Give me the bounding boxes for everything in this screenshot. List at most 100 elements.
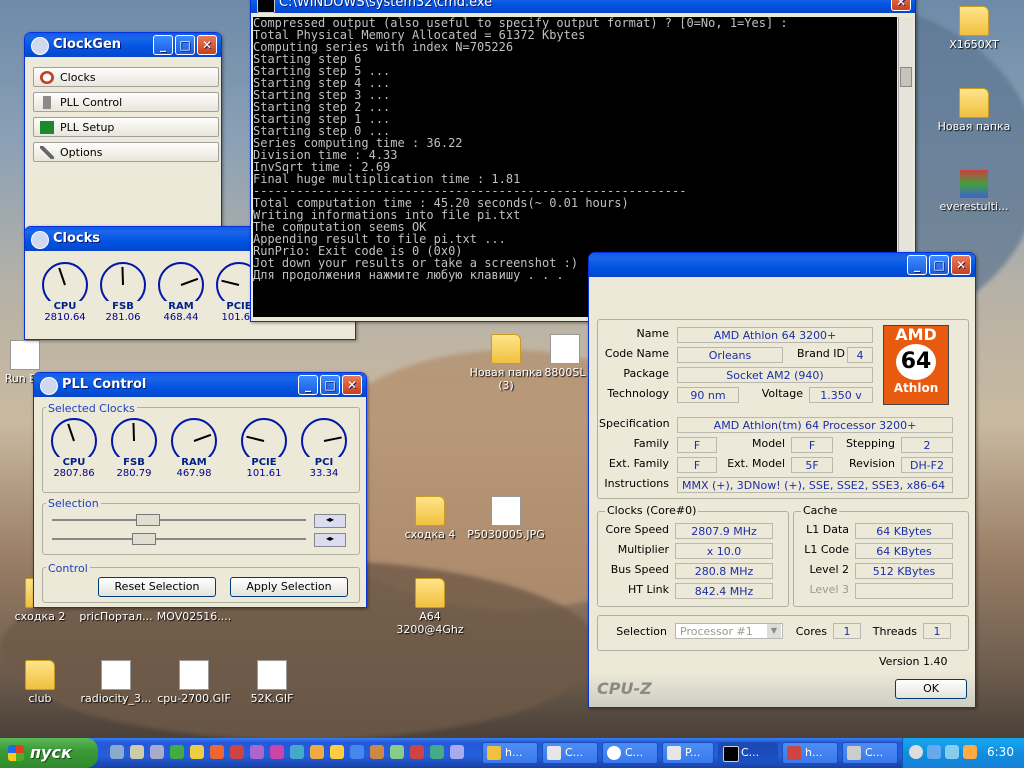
level3-value bbox=[855, 583, 953, 599]
pll-titlebar[interactable]: PLL Control _ □ ✕ bbox=[34, 373, 366, 397]
name-value: AMD Athlon 64 3200+ bbox=[677, 327, 873, 343]
tray-icon-1[interactable] bbox=[909, 745, 923, 759]
close-button[interactable]: ✕ bbox=[951, 255, 971, 275]
l1code-value: 64 KBytes bbox=[855, 543, 953, 559]
slider-thumb-2[interactable] bbox=[132, 533, 156, 545]
slider-2-stepper[interactable]: ◂▸ bbox=[314, 533, 346, 547]
desktop-icon-p5030005[interactable]: P5030005.JPG bbox=[466, 496, 546, 541]
quicklaunch-icon-13[interactable] bbox=[350, 745, 364, 759]
tray-icon-4[interactable] bbox=[963, 745, 977, 759]
nav-pll-setup-button[interactable]: PLL Setup bbox=[33, 117, 219, 137]
task-folder[interactable]: h... bbox=[482, 742, 538, 764]
task-cpuz[interactable]: C... bbox=[842, 742, 898, 764]
minimize-button[interactable]: _ bbox=[298, 375, 318, 395]
task-cmd[interactable]: C... bbox=[718, 742, 778, 764]
cpuz-titlebar[interactable]: _ □ ✕ bbox=[589, 253, 975, 277]
close-button[interactable]: ✕ bbox=[197, 35, 217, 55]
clockgen-titlebar[interactable]: ClockGen _ □ ✕ bbox=[25, 33, 221, 57]
tray-icon-2[interactable] bbox=[927, 745, 941, 759]
close-button[interactable]: ✕ bbox=[891, 0, 911, 11]
quicklaunch-icon-14[interactable] bbox=[370, 745, 384, 759]
reset-selection-button[interactable]: Reset Selection bbox=[98, 577, 216, 597]
quicklaunch-icon-18[interactable] bbox=[450, 745, 464, 759]
desktop-icon-club[interactable]: club bbox=[0, 660, 80, 705]
cmd-titlebar[interactable]: C:\WINDOWS\system32\cmd.exe ✕ bbox=[251, 0, 915, 13]
desktop-icon-shodka4[interactable]: сходка 4 bbox=[390, 496, 470, 541]
desktop-icon-8800sl[interactable]: 8800SL bbox=[540, 334, 590, 379]
quicklaunch-icon-11[interactable] bbox=[310, 745, 324, 759]
desktop-icon-x1650xt[interactable]: X1650XT bbox=[934, 6, 1014, 51]
specification-label: Specification bbox=[599, 417, 670, 430]
folder-icon bbox=[959, 6, 989, 36]
slider-thumb-1[interactable] bbox=[136, 514, 160, 526]
quicklaunch-icon-6[interactable] bbox=[210, 745, 224, 759]
file-icon bbox=[101, 660, 131, 690]
cmd-scrollbar-thumb[interactable] bbox=[900, 67, 912, 87]
extfamily-value: F bbox=[677, 457, 717, 473]
selection-label: Selection bbox=[46, 497, 101, 510]
maximize-button[interactable]: □ bbox=[320, 375, 340, 395]
task-pll-control[interactable]: P... bbox=[662, 742, 714, 764]
dial-icon bbox=[111, 418, 157, 457]
desktop-icon-new-folder-3[interactable]: Новая папка (3) bbox=[466, 334, 546, 392]
nav-clocks-button[interactable]: Clocks bbox=[33, 67, 219, 87]
nav-options-button[interactable]: Options bbox=[33, 142, 219, 162]
close-button[interactable]: ✕ bbox=[342, 375, 362, 395]
technology-label: Technology bbox=[607, 387, 669, 400]
dial-icon bbox=[42, 262, 88, 301]
quicklaunch-icon-4[interactable] bbox=[170, 745, 184, 759]
family-value: F bbox=[677, 437, 717, 453]
clock-icon bbox=[607, 746, 621, 760]
quicklaunch-icon-10[interactable] bbox=[290, 745, 304, 759]
ok-button[interactable]: OK bbox=[895, 679, 967, 699]
cache-title: Cache bbox=[801, 504, 840, 517]
quicklaunch-icon-5[interactable] bbox=[190, 745, 204, 759]
maximize-button[interactable]: □ bbox=[175, 35, 195, 55]
nav-pll-control-button[interactable]: PLL Control bbox=[33, 92, 219, 112]
desktop-icon-cpu2700[interactable]: cpu-2700.GIF bbox=[154, 660, 234, 705]
quicklaunch-icon-1[interactable] bbox=[110, 745, 124, 759]
level2-label: Level 2 bbox=[809, 563, 849, 576]
corespeed-label: Core Speed bbox=[605, 523, 669, 536]
minimize-button[interactable]: _ bbox=[907, 255, 927, 275]
htlink-label: HT Link bbox=[627, 583, 669, 596]
image-icon bbox=[491, 496, 521, 526]
package-value: Socket AM2 (940) bbox=[677, 367, 873, 383]
quicklaunch-icon-17[interactable] bbox=[430, 745, 444, 759]
htlink-value: 842.4 MHz bbox=[675, 583, 773, 599]
slider-1-stepper[interactable]: ◂▸ bbox=[314, 514, 346, 528]
quicklaunch-icon-8[interactable] bbox=[250, 745, 264, 759]
task-h[interactable]: h... bbox=[782, 742, 838, 764]
quicklaunch-icon-2[interactable] bbox=[130, 745, 144, 759]
minimize-button[interactable]: _ bbox=[153, 35, 173, 55]
maximize-button[interactable]: □ bbox=[929, 255, 949, 275]
tray-icon-3[interactable] bbox=[945, 745, 959, 759]
dial-icon bbox=[158, 262, 204, 301]
system-tray: 6:30 bbox=[902, 738, 1024, 768]
folder-icon bbox=[25, 660, 55, 690]
clock-app-icon bbox=[31, 231, 49, 249]
desktop-icon-everest[interactable]: everestulti... bbox=[934, 170, 1014, 213]
desktop-icon-52k[interactable]: 52K.GIF bbox=[232, 660, 312, 705]
quicklaunch-icon-12[interactable] bbox=[330, 745, 344, 759]
start-button[interactable]: пуск bbox=[0, 738, 98, 768]
quicklaunch-icon-16[interactable] bbox=[410, 745, 424, 759]
task-clocks[interactable]: C... bbox=[602, 742, 658, 764]
cores-value: 1 bbox=[833, 623, 861, 639]
quicklaunch-icon-7[interactable] bbox=[230, 745, 244, 759]
task-clockgen[interactable]: C... bbox=[542, 742, 598, 764]
cores-label: Cores bbox=[795, 625, 827, 638]
apply-selection-button[interactable]: Apply Selection bbox=[230, 577, 348, 597]
quicklaunch-icon-3[interactable] bbox=[150, 745, 164, 759]
version-label: Version 1.40 bbox=[879, 655, 948, 668]
desktop-icon-new-folder[interactable]: Новая папка bbox=[934, 88, 1014, 133]
codename-label: Code Name bbox=[604, 347, 669, 360]
chevron-down-icon[interactable]: ▼ bbox=[767, 624, 781, 638]
shortcut-icon bbox=[10, 340, 40, 370]
voltage-value: 1.350 v bbox=[809, 387, 873, 403]
revision-value: DH-F2 bbox=[901, 457, 953, 473]
desktop-icon-radiocity[interactable]: radiocity_3... bbox=[76, 660, 156, 705]
quicklaunch-icon-9[interactable] bbox=[270, 745, 284, 759]
desktop-icon-a64[interactable]: A64 3200@4Ghz bbox=[390, 578, 470, 636]
quicklaunch-icon-15[interactable] bbox=[390, 745, 404, 759]
